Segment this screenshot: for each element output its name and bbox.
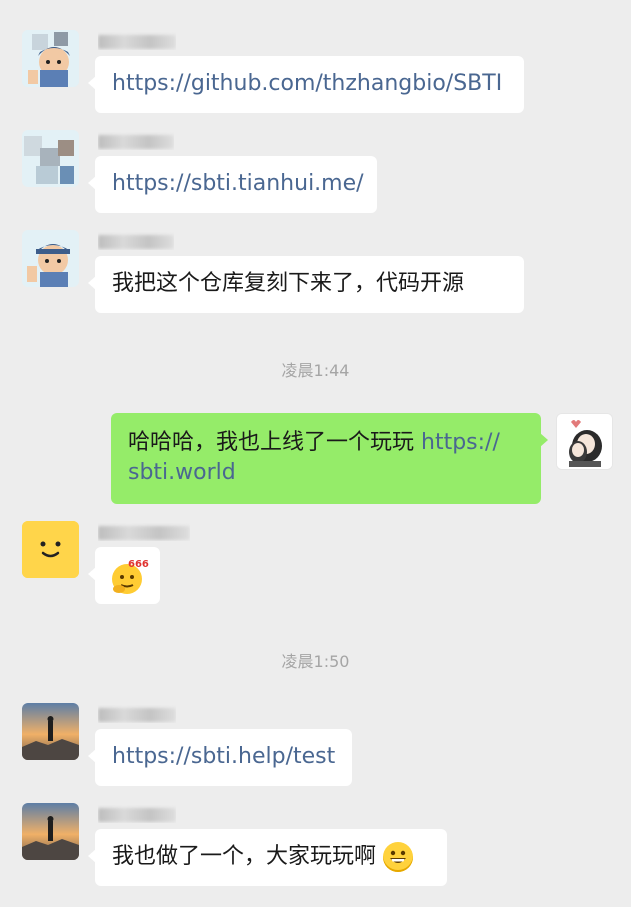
thinking-666-emoji-icon: 666 [112, 559, 149, 594]
message-bubble[interactable]: https://sbti.help/test [88, 729, 352, 786]
timestamp: 凌晨1:50 [281, 652, 350, 671]
message-link[interactable]: https://github.com/thzhangbio/SBTI [112, 71, 502, 96]
message-bubble-self[interactable]: 哈哈哈，我也上线了一个玩玩 https:// sbti.world [111, 413, 548, 504]
message-bubble[interactable]: https://github.com/thzhangbio/SBTI [88, 56, 524, 113]
sender-name [98, 232, 174, 250]
sender-name [98, 523, 190, 541]
grinning-face-emoji-icon [383, 842, 414, 872]
sender-name [98, 32, 176, 50]
sender-name [98, 132, 174, 150]
message-link[interactable]: https://sbti.help/test [112, 744, 335, 769]
cartoon-boy-avatar-icon[interactable] [22, 230, 79, 287]
sunset-silhouette-avatar-icon[interactable] [22, 803, 79, 860]
yellow-smile-avatar-icon[interactable] [22, 521, 79, 578]
message-bubble[interactable]: 666 [88, 547, 160, 604]
message-link[interactable]: https://sbti.tianhui.me/ [112, 171, 364, 196]
message-text: 我把这个仓库复刻下来了，代码开源 [112, 271, 465, 296]
message-link[interactable]: https:// [421, 430, 500, 455]
sunset-silhouette-avatar-icon[interactable] [22, 703, 79, 760]
message-link[interactable]: sbti.world [128, 460, 236, 485]
couple-sketch-avatar-icon[interactable] [556, 413, 613, 470]
sender-name [98, 805, 176, 823]
sticker-text: 666 [128, 559, 149, 570]
message-text: 哈哈哈，我也上线了一个玩玩 [128, 430, 421, 455]
message-text: 我也做了一个，大家玩玩啊 [112, 844, 377, 869]
cartoon-boy-avatar-icon[interactable] [22, 130, 79, 187]
message-bubble[interactable]: https://sbti.tianhui.me/ [88, 156, 377, 213]
message-bubble[interactable]: 我把这个仓库复刻下来了，代码开源 [88, 256, 524, 313]
message-bubble[interactable]: 我也做了一个，大家玩玩啊 [88, 829, 447, 886]
cartoon-boy-avatar-icon[interactable] [22, 30, 79, 87]
timestamp: 凌晨1:44 [281, 361, 350, 380]
sender-name [98, 705, 176, 723]
